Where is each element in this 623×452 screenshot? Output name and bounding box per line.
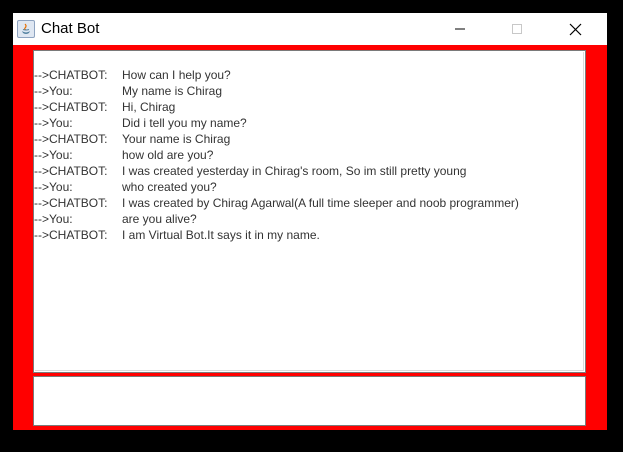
chat-speaker: -->CHATBOT: [34, 68, 108, 82]
chat-speaker: -->CHATBOT: [34, 100, 108, 114]
chat-speaker: -->You: [34, 116, 73, 130]
java-app-icon [17, 20, 35, 38]
close-icon [569, 23, 581, 35]
chat-speaker: -->You: [34, 84, 73, 98]
chat-bot-window: Chat Bot -->CHATBOT: How can I help you? -… [13, 13, 607, 430]
chat-speaker: -->You: [34, 212, 73, 226]
chat-speaker: -->CHATBOT: [34, 132, 108, 146]
chat-speaker: -->You: [34, 148, 73, 162]
chat-message: who created you? [122, 180, 217, 194]
title-bar[interactable]: Chat Bot [13, 13, 607, 45]
chat-message: how old are you? [122, 148, 214, 162]
minimize-icon [455, 28, 465, 30]
chat-message: My name is Chirag [122, 84, 223, 98]
message-input[interactable] [33, 376, 586, 426]
maximize-icon [512, 24, 522, 34]
chat-speaker: -->You: [34, 180, 73, 194]
chat-message: I was created by Chirag Agarwal(A full t… [122, 196, 519, 210]
chat-message: Did i tell you my name? [122, 116, 247, 130]
chat-transcript-area[interactable]: -->CHATBOT: How can I help you? -->You: My … [33, 50, 586, 373]
chat-speaker: -->CHATBOT: [34, 196, 108, 210]
chat-message: How can I help you? [122, 68, 231, 82]
chat-message: are you alive? [122, 212, 197, 226]
chat-speaker: -->CHATBOT: [34, 164, 108, 178]
chat-speaker: -->CHATBOT: [34, 228, 108, 242]
close-button[interactable] [552, 13, 598, 45]
chat-message: I was created yesterday in Chirag's room… [122, 164, 467, 178]
window-title: Chat Bot [41, 20, 100, 37]
chat-message: Your name is Chirag [122, 132, 231, 146]
chat-message: I am Virtual Bot.It says it in my name. [122, 228, 320, 242]
chat-message: Hi, Chirag [122, 100, 176, 114]
minimize-button[interactable] [437, 13, 483, 45]
maximize-button[interactable] [494, 13, 540, 45]
